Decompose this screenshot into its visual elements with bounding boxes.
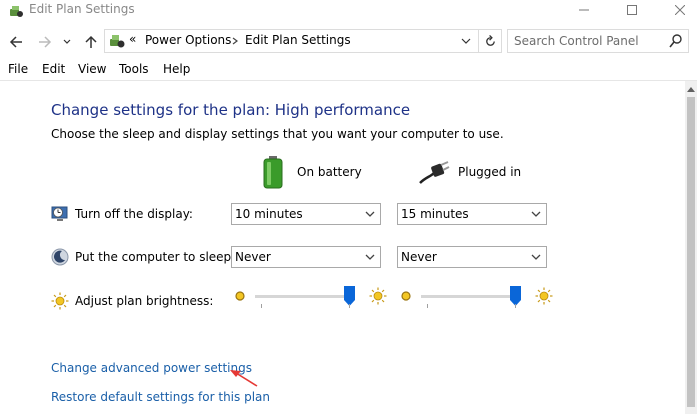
window-title: Edit Plan Settings bbox=[29, 2, 135, 16]
refresh-button[interactable] bbox=[478, 30, 502, 52]
refresh-icon bbox=[486, 34, 495, 46]
slider-fill bbox=[421, 295, 521, 298]
search-input[interactable] bbox=[508, 30, 663, 52]
display-off-on-battery-select[interactable]: 10 minutes bbox=[231, 203, 381, 225]
slider-thumb[interactable] bbox=[344, 286, 355, 306]
page-description: Choose the sleep and display settings th… bbox=[51, 127, 504, 141]
search-box[interactable] bbox=[507, 29, 689, 53]
brightness-plugged-in-slider[interactable] bbox=[399, 285, 559, 311]
power-options-icon bbox=[10, 6, 23, 17]
title-bar: Edit Plan Settings bbox=[0, 0, 697, 28]
slider-tick bbox=[349, 304, 350, 308]
sleep-plugged-in-value: Never bbox=[401, 250, 437, 264]
minimize-icon bbox=[579, 9, 589, 11]
breadcrumb-edit-plan-settings[interactable]: Edit Plan Settings bbox=[245, 33, 351, 47]
plugged-in-header: Plugged in bbox=[458, 165, 522, 179]
back-arrow-icon bbox=[9, 36, 22, 48]
menu-tools[interactable]: Tools bbox=[119, 62, 149, 76]
page-title: Change settings for the plan: High perfo… bbox=[51, 101, 411, 119]
dim-brightness-icon bbox=[235, 291, 245, 301]
minimize-button[interactable] bbox=[561, 0, 607, 20]
up-button[interactable] bbox=[81, 32, 101, 52]
brightness-label: Adjust plan brightness: bbox=[75, 294, 214, 308]
restore-defaults-link[interactable]: Restore default settings for this plan bbox=[51, 390, 270, 404]
back-button[interactable] bbox=[6, 32, 26, 52]
sleep-plugged-in-select[interactable]: Never bbox=[397, 246, 547, 268]
chevron-up-icon bbox=[687, 87, 695, 92]
turn-off-display-label: Turn off the display: bbox=[75, 207, 193, 221]
display-timer-icon bbox=[51, 206, 68, 221]
slider-fill bbox=[255, 295, 355, 298]
slider-track[interactable] bbox=[421, 286, 521, 306]
maximize-button[interactable] bbox=[609, 0, 655, 20]
address-overflow-chevron[interactable]: « bbox=[129, 32, 136, 46]
maximize-icon bbox=[627, 5, 637, 15]
slider-thumb[interactable] bbox=[510, 286, 521, 306]
brightness-sun-icon bbox=[51, 292, 69, 310]
power-plug-icon bbox=[419, 161, 450, 184]
scrollbar-thumb[interactable] bbox=[687, 97, 695, 407]
bright-brightness-icon bbox=[535, 287, 553, 305]
battery-icon bbox=[263, 156, 283, 189]
menu-view[interactable]: View bbox=[78, 62, 106, 76]
search-icon[interactable] bbox=[668, 33, 684, 49]
menu-file[interactable]: File bbox=[8, 62, 28, 76]
sleep-on-battery-select[interactable]: Never bbox=[231, 246, 381, 268]
menu-help[interactable]: Help bbox=[163, 62, 190, 76]
slider-track[interactable] bbox=[255, 286, 355, 306]
display-off-plugged-in-select[interactable]: 15 minutes bbox=[397, 203, 547, 225]
power-options-icon bbox=[110, 35, 125, 48]
scroll-up-button[interactable] bbox=[685, 83, 697, 95]
menu-edit[interactable]: Edit bbox=[42, 62, 65, 76]
close-button[interactable] bbox=[657, 0, 697, 20]
close-icon bbox=[675, 5, 685, 15]
annotation-arrow-icon bbox=[230, 370, 258, 387]
display-off-plugged-in-value: 15 minutes bbox=[401, 207, 469, 221]
chevron-down-icon bbox=[365, 211, 375, 217]
chevron-down-icon bbox=[63, 39, 71, 44]
chevron-down-icon bbox=[461, 38, 471, 44]
forward-arrow-icon bbox=[39, 36, 52, 48]
breadcrumb-power-options[interactable]: Power Options bbox=[145, 33, 231, 47]
sleep-on-battery-value: Never bbox=[235, 250, 271, 264]
vertical-scrollbar[interactable] bbox=[685, 81, 697, 414]
forward-button[interactable] bbox=[35, 32, 55, 52]
brightness-on-battery-slider[interactable] bbox=[233, 285, 393, 311]
chevron-down-icon bbox=[531, 254, 541, 260]
slider-tick bbox=[427, 304, 428, 308]
dim-brightness-icon bbox=[401, 291, 411, 301]
address-bar[interactable]: « Power Options Edit Plan Settings bbox=[104, 29, 502, 53]
display-off-on-battery-value: 10 minutes bbox=[235, 207, 303, 221]
menu-bar: File Edit View Tools Help bbox=[0, 59, 697, 81]
up-arrow-icon bbox=[85, 35, 97, 48]
breadcrumb-separator-icon[interactable] bbox=[231, 37, 239, 45]
slider-tick bbox=[261, 304, 262, 308]
sleep-moon-icon bbox=[51, 248, 69, 266]
chevron-down-icon bbox=[365, 254, 375, 260]
address-dropdown-button[interactable] bbox=[455, 30, 477, 52]
on-battery-header: On battery bbox=[297, 165, 362, 179]
bright-brightness-icon bbox=[369, 287, 387, 305]
recent-locations-button[interactable] bbox=[60, 32, 74, 52]
sleep-label: Put the computer to sleep: bbox=[75, 250, 236, 264]
chevron-down-icon bbox=[531, 211, 541, 217]
slider-tick bbox=[515, 304, 516, 308]
change-advanced-settings-link[interactable]: Change advanced power settings bbox=[51, 361, 252, 375]
